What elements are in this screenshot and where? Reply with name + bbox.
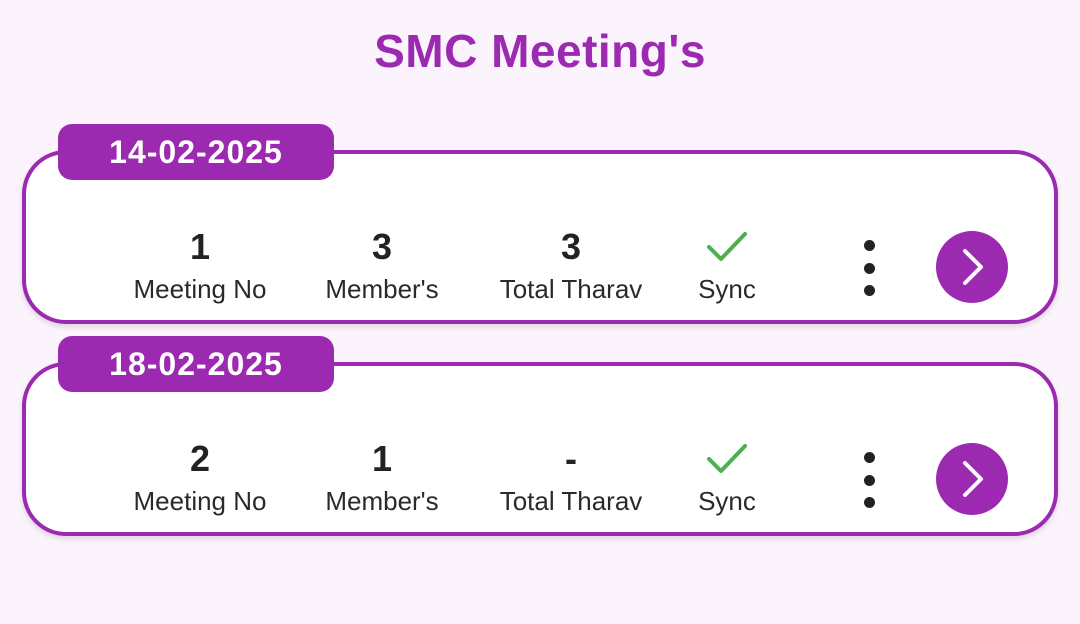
members-label: Member's <box>325 486 439 516</box>
meeting-date-badge: 18-02-2025 <box>58 336 334 392</box>
meeting-no-label: Meeting No <box>133 274 267 304</box>
meeting-no-label: Meeting No <box>133 486 267 516</box>
more-vertical-icon[interactable] <box>857 240 881 296</box>
meeting-no-stat: 1 Meeting No <box>100 224 300 305</box>
members-stat: 1 Member's <box>282 436 482 517</box>
chevron-right-icon <box>963 249 983 285</box>
sync-label: Sync <box>698 274 756 304</box>
open-meeting-button[interactable] <box>936 231 1008 303</box>
members-value: 1 <box>371 438 393 479</box>
meeting-date-badge: 14-02-2025 <box>58 124 334 180</box>
meeting-no-stat: 2 Meeting No <box>100 436 300 517</box>
check-icon <box>627 436 827 482</box>
more-vertical-icon[interactable] <box>857 452 881 508</box>
meeting-no-value: 2 <box>189 438 211 479</box>
sync-label: Sync <box>698 486 756 516</box>
meeting-no-value: 1 <box>189 226 211 267</box>
sync-stat: Sync <box>627 436 827 517</box>
chevron-right-icon <box>963 461 983 497</box>
members-label: Member's <box>325 274 439 304</box>
open-meeting-button[interactable] <box>936 443 1008 515</box>
members-stat: 3 Member's <box>282 224 482 305</box>
check-icon <box>627 224 827 270</box>
members-value: 3 <box>371 226 393 267</box>
sync-stat: Sync <box>627 224 827 305</box>
page-title: SMC Meeting's <box>374 25 706 77</box>
